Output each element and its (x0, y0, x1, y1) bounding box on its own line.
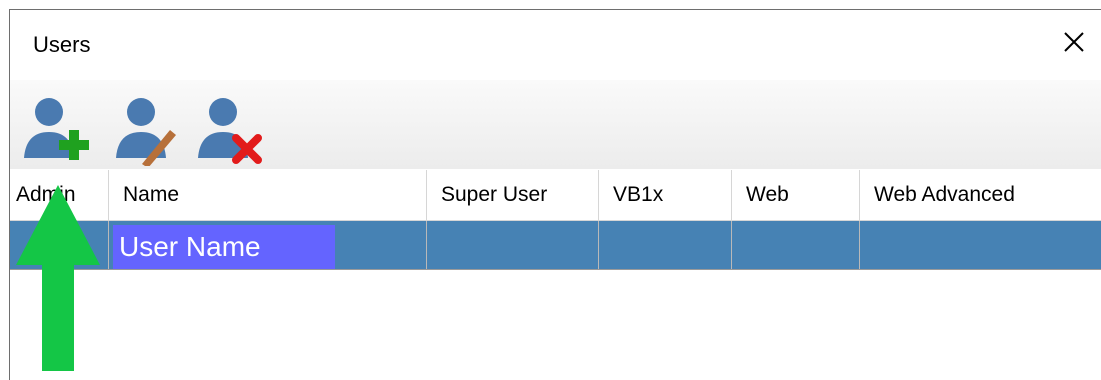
column-header-super-user[interactable]: Super User (427, 170, 599, 220)
grid-header: Admin Name Super User VB1x Web Web Advan… (10, 170, 1101, 221)
column-header-name[interactable]: Name (109, 170, 427, 220)
column-header-web-advanced[interactable]: Web Advanced (860, 170, 1101, 220)
arrow-up-icon (16, 185, 100, 371)
table-row[interactable]: User Name (10, 221, 1101, 270)
cell-vb1x[interactable] (599, 221, 732, 269)
user-add-icon[interactable] (16, 88, 96, 166)
window-title: Users (33, 32, 91, 57)
cell-super-user[interactable] (427, 221, 599, 269)
name-edit-field[interactable]: User Name (113, 225, 335, 269)
toolbar (10, 80, 1101, 169)
users-window: Users Admin Name Super User VB1x Web Web… (9, 9, 1101, 380)
cell-web-advanced[interactable] (860, 221, 1101, 269)
title-bar: Users (10, 10, 1101, 80)
user-delete-icon[interactable] (190, 88, 270, 166)
close-icon[interactable] (1056, 24, 1092, 60)
cell-web[interactable] (732, 221, 860, 269)
user-edit-icon[interactable] (106, 88, 186, 166)
column-header-vb1x[interactable]: VB1x (599, 170, 732, 220)
column-header-web[interactable]: Web (732, 170, 860, 220)
